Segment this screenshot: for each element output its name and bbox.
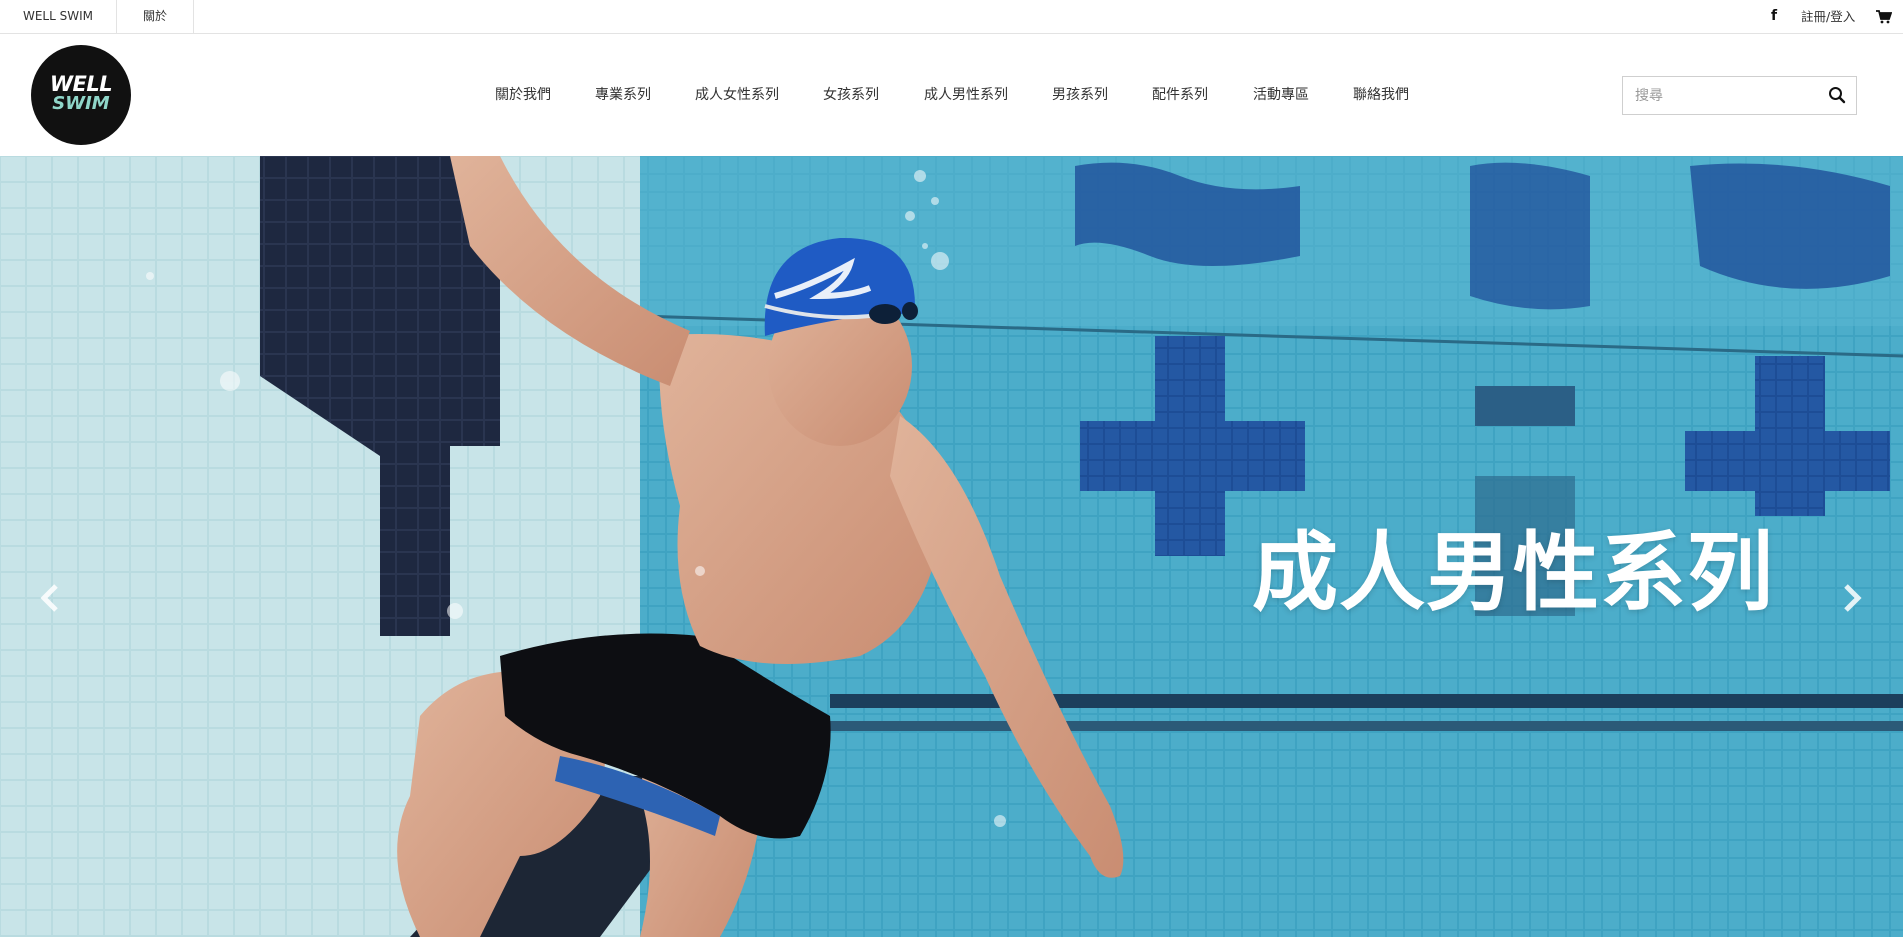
carousel-prev-chevron-left-icon[interactable] [36,576,64,620]
main-header: WELL SWIM 關於我們 專業系列 成人女性系列 女孩系列 成人男性系列 男… [0,34,1903,156]
search-input[interactable] [1623,77,1823,114]
hero-banner: 成人男性系列 [0,156,1903,937]
facebook-icon[interactable]: f [1766,8,1782,24]
site-logo[interactable]: WELL SWIM [31,45,131,145]
search-box [1622,76,1857,115]
nav-item-girls[interactable]: 女孩系列 [823,84,879,106]
nav-item-contact[interactable]: 聯絡我們 [1353,84,1409,106]
nav-item-events[interactable]: 活動專區 [1253,84,1309,106]
cart-icon[interactable] [1876,9,1893,24]
nav-item-accessories[interactable]: 配件系列 [1152,84,1208,106]
logo-text-swim: SWIM [52,93,110,114]
top-link-brand[interactable]: WELL SWIM [0,0,117,33]
search-icon[interactable] [1828,86,1846,104]
login-register-link[interactable]: 註冊/登入 [1801,0,1855,33]
hero-caption: 成人男性系列 [1252,523,1774,623]
logo-text-well: WELL [49,72,113,96]
top-link-about[interactable]: 關於 [117,0,194,33]
top-bar: WELL SWIM 關於 f 註冊/登入 [0,0,1903,34]
nav-item-boys[interactable]: 男孩系列 [1052,84,1108,106]
nav-item-women[interactable]: 成人女性系列 [695,84,779,106]
nav-item-men[interactable]: 成人男性系列 [924,84,1008,106]
nav-item-about-us[interactable]: 關於我們 [495,84,551,106]
carousel-next-chevron-right-icon[interactable] [1838,576,1866,620]
nav-item-pro[interactable]: 專業系列 [595,84,651,106]
